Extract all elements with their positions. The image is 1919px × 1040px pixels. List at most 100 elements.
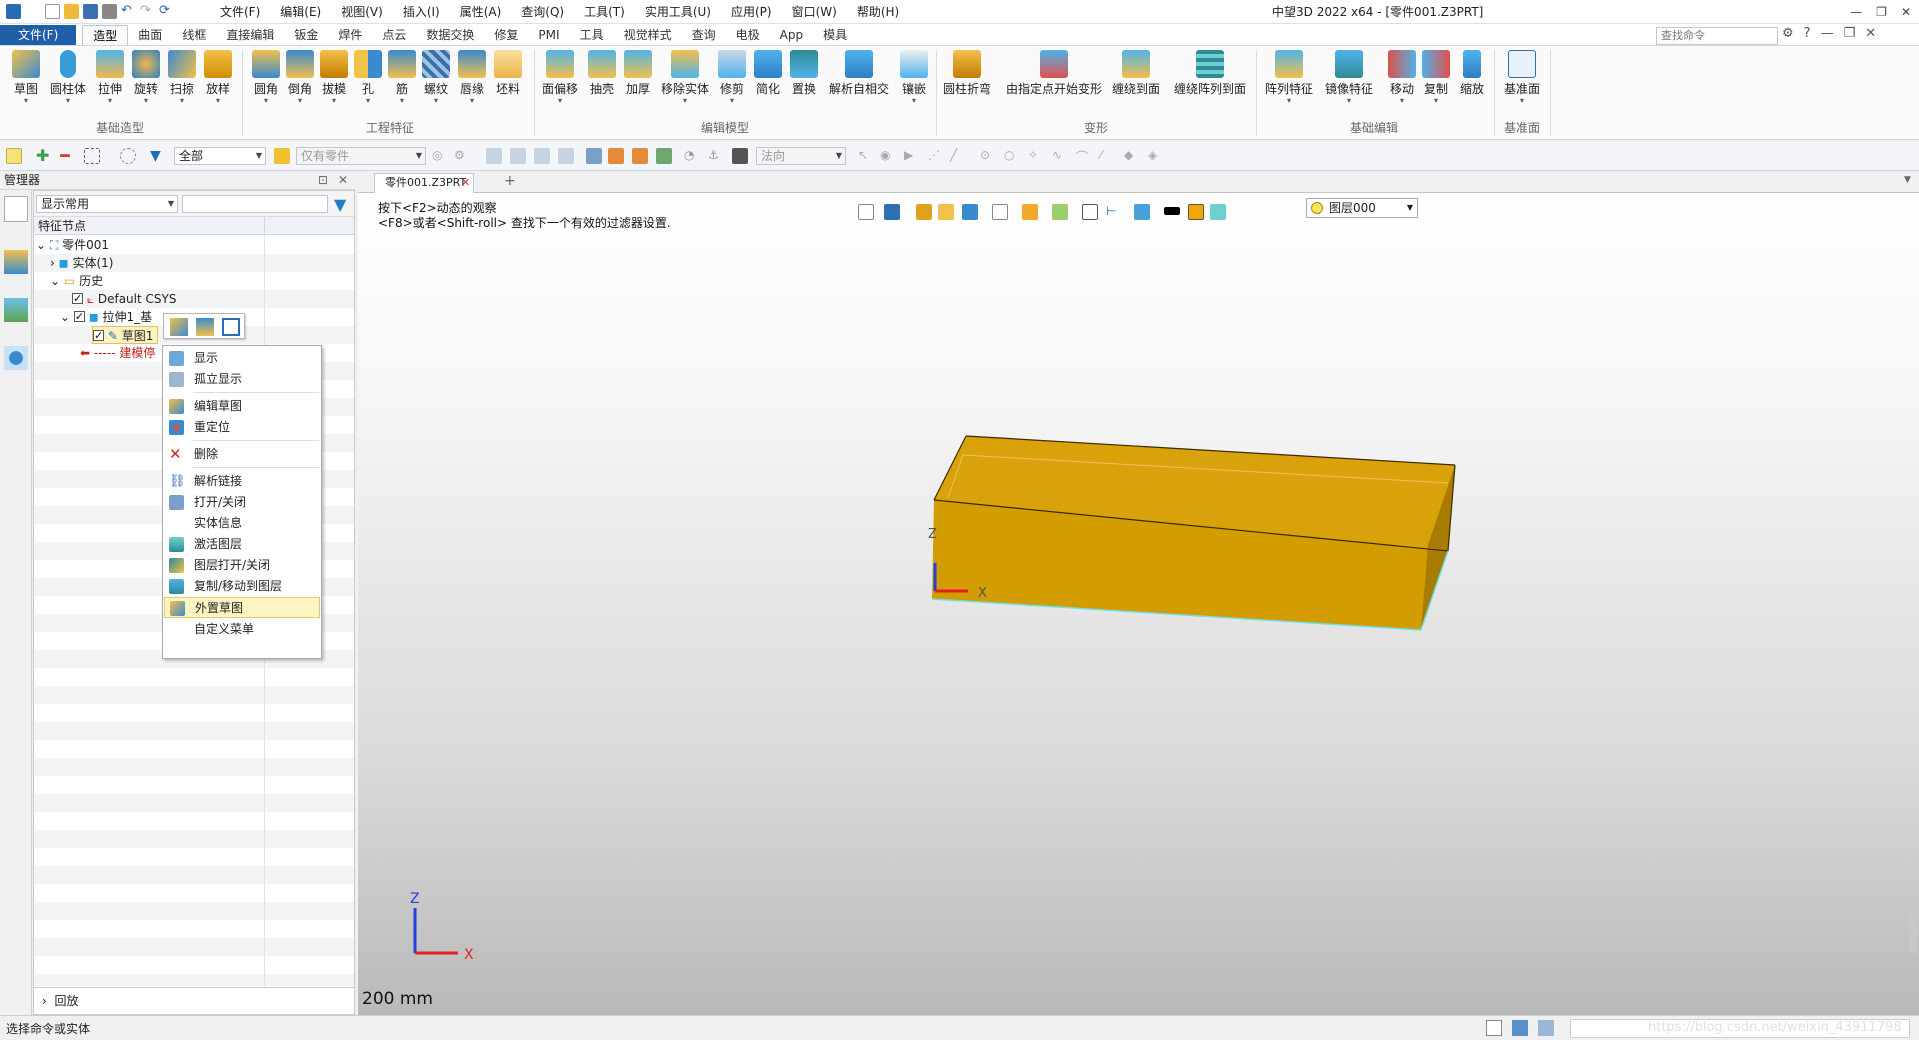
box-select-icon[interactable]	[84, 148, 100, 164]
curve-icon[interactable]: ∿	[1052, 148, 1068, 164]
anchor-icon[interactable]: ⚓	[708, 148, 724, 164]
close-panel-icon[interactable]: ✕	[338, 171, 348, 190]
close-icon[interactable]: ✕	[1901, 5, 1911, 19]
tab-file[interactable]: 文件(F)	[0, 25, 77, 45]
line-icon[interactable]: ╱	[950, 148, 966, 164]
circle-icon[interactable]: ○	[1004, 148, 1020, 164]
user-tab-icon[interactable]	[4, 346, 28, 370]
pin-icon[interactable]: ⊡	[318, 171, 328, 190]
document-tab[interactable]: 零件001.Z3PRT ✕	[374, 173, 474, 193]
orbit-icon[interactable]: ◉	[880, 148, 896, 164]
shell-select-icon[interactable]: ◈	[1148, 148, 1164, 164]
dimension-icon[interactable]	[222, 318, 240, 336]
menu-utilities[interactable]: 实用工具(U)	[635, 0, 721, 24]
filter-icon[interactable]: ▼	[150, 148, 166, 164]
revolve-button[interactable]: 旋转 ▾	[126, 50, 166, 105]
window-icon[interactable]	[1538, 1020, 1554, 1036]
select-pointer-icon[interactable]	[6, 148, 22, 164]
menu-edit[interactable]: 编辑(E)	[270, 0, 331, 24]
remove-icon[interactable]: ━	[60, 148, 76, 164]
scope-combo[interactable]: 仅有零件 ▼	[296, 147, 426, 165]
tree-row-rollback-marker[interactable]: ⬅ ----- 建模停	[80, 344, 155, 362]
points-icon[interactable]: ⋰	[928, 148, 944, 164]
thread-button[interactable]: 螺纹 ▾	[416, 50, 456, 105]
menu-item-external-sketch[interactable]: 外置草图	[164, 597, 320, 618]
cylinder-button[interactable]: 圆柱体 ▾	[48, 50, 88, 105]
segment-icon[interactable]: ⁄	[1100, 148, 1116, 164]
align-center-icon[interactable]	[510, 148, 526, 164]
mirror-feature-button[interactable]: 镜像特征 ▾	[1322, 50, 1376, 105]
menu-query[interactable]: 查询(Q)	[511, 0, 574, 24]
history-tree-tab-icon[interactable]	[4, 196, 28, 222]
open-file-icon[interactable]	[64, 4, 79, 19]
viewport-scroll-handle[interactable]	[1909, 883, 1917, 953]
arc-icon[interactable]: ⌒	[1076, 148, 1092, 164]
tab-repair[interactable]: 修复	[484, 25, 528, 45]
assembly-tab-icon[interactable]	[4, 250, 28, 274]
part-filter-icon[interactable]	[274, 148, 290, 164]
collapse-chevron-icon[interactable]: ⌄	[50, 274, 60, 288]
tree-row-sketch[interactable]: ✎ 草图1	[92, 326, 159, 345]
edit-sketch-icon[interactable]	[170, 318, 188, 336]
menu-item-entity-info[interactable]: 实体信息	[164, 513, 320, 534]
tree-row-csys[interactable]: ⟀ Default CSYS	[72, 290, 176, 308]
shell-button[interactable]: 抽壳	[582, 50, 622, 97]
close-tab-icon[interactable]: ✕	[461, 174, 470, 192]
tab-visual-style[interactable]: 视觉样式	[614, 25, 682, 45]
undo-icon[interactable]: ↶	[121, 4, 136, 19]
tree-row-extrude[interactable]: ⌄ ◼ 拉伸1_基	[60, 308, 152, 326]
menu-attributes[interactable]: 属性(A)	[450, 0, 512, 24]
normal-direction-combo[interactable]: 法向 ▼	[756, 147, 846, 165]
menu-window[interactable]: 窗口(W)	[782, 0, 847, 24]
scale-button[interactable]: 缩放	[1452, 50, 1492, 97]
print-icon[interactable]	[102, 4, 117, 19]
menu-item-break-link[interactable]: ⛓ 解析链接	[164, 471, 320, 492]
menu-item-activate-layer[interactable]: 激活图层	[164, 534, 320, 555]
tree-row-history[interactable]: ⌄ ▭ 历史	[50, 272, 103, 290]
filter-funnel-icon[interactable]: ▼	[334, 195, 346, 214]
lip-button[interactable]: 唇缘 ▾	[452, 50, 492, 105]
copy-button[interactable]: 复制 ▾	[1416, 50, 1456, 105]
ribbon-close-icon[interactable]: ✕	[1865, 26, 1876, 41]
save-icon[interactable]	[83, 4, 98, 19]
menu-apps[interactable]: 应用(P)	[721, 0, 782, 24]
tab-point-cloud[interactable]: 点云	[372, 25, 416, 45]
menu-view[interactable]: 视图(V)	[331, 0, 393, 24]
menu-item-delete[interactable]: ✕ 删除	[164, 444, 320, 465]
ribbon-restore-icon[interactable]: ❐	[1844, 26, 1856, 41]
menu-item-edit-sketch[interactable]: 编辑草图	[164, 396, 320, 417]
tab-electrode[interactable]: 电极	[726, 25, 770, 45]
menu-item-show[interactable]: 显示	[164, 348, 320, 369]
model-canvas[interactable]: X Z Z X	[358, 193, 1919, 1015]
restore-icon[interactable]: ❐	[1876, 5, 1887, 19]
new-tab-icon[interactable]: +	[504, 173, 516, 189]
snap-settings-icon[interactable]: ⚙	[454, 148, 470, 164]
replay-bar[interactable]: › 回放	[34, 987, 354, 1014]
new-file-icon[interactable]	[45, 4, 60, 19]
minimize-icon[interactable]: —	[1850, 5, 1862, 19]
align-icon[interactable]	[486, 148, 502, 164]
menu-item-reposition[interactable]: 重定位	[164, 417, 320, 438]
refresh-icon[interactable]: ⟳	[159, 4, 174, 19]
stop-icon[interactable]	[732, 148, 748, 164]
tab-mold[interactable]: 模具	[813, 25, 857, 45]
thicken-button[interactable]: 加厚	[618, 50, 658, 97]
remove-solid-button[interactable]: 移除实体 ▾	[658, 50, 712, 105]
replace-button[interactable]: 置换	[784, 50, 824, 97]
menu-tools[interactable]: 工具(T)	[574, 0, 635, 24]
tab-weldment[interactable]: 焊件	[328, 25, 372, 45]
menu-help[interactable]: 帮助(H)	[847, 0, 909, 24]
ribbon-minimize-icon[interactable]: —	[1821, 26, 1834, 41]
layout-icon[interactable]	[1486, 1020, 1502, 1036]
menu-item-toggle[interactable]: 打开/关闭	[164, 492, 320, 513]
view-tab-icon[interactable]	[4, 298, 28, 322]
sketch-button[interactable]: 草图 ▾	[6, 50, 46, 105]
menu-insert[interactable]: 插入(I)	[393, 0, 450, 24]
face-icon[interactable]: ◆	[1124, 148, 1140, 164]
collapse-chevron-icon[interactable]: ⌄	[60, 310, 70, 324]
cursor-icon[interactable]: ↖	[858, 148, 874, 164]
align-right-icon[interactable]	[534, 148, 550, 164]
cylinder-bend-button[interactable]: 圆柱折弯	[940, 50, 994, 97]
tab-tools[interactable]: 工具	[570, 25, 614, 45]
tab-query[interactable]: 查询	[682, 25, 726, 45]
